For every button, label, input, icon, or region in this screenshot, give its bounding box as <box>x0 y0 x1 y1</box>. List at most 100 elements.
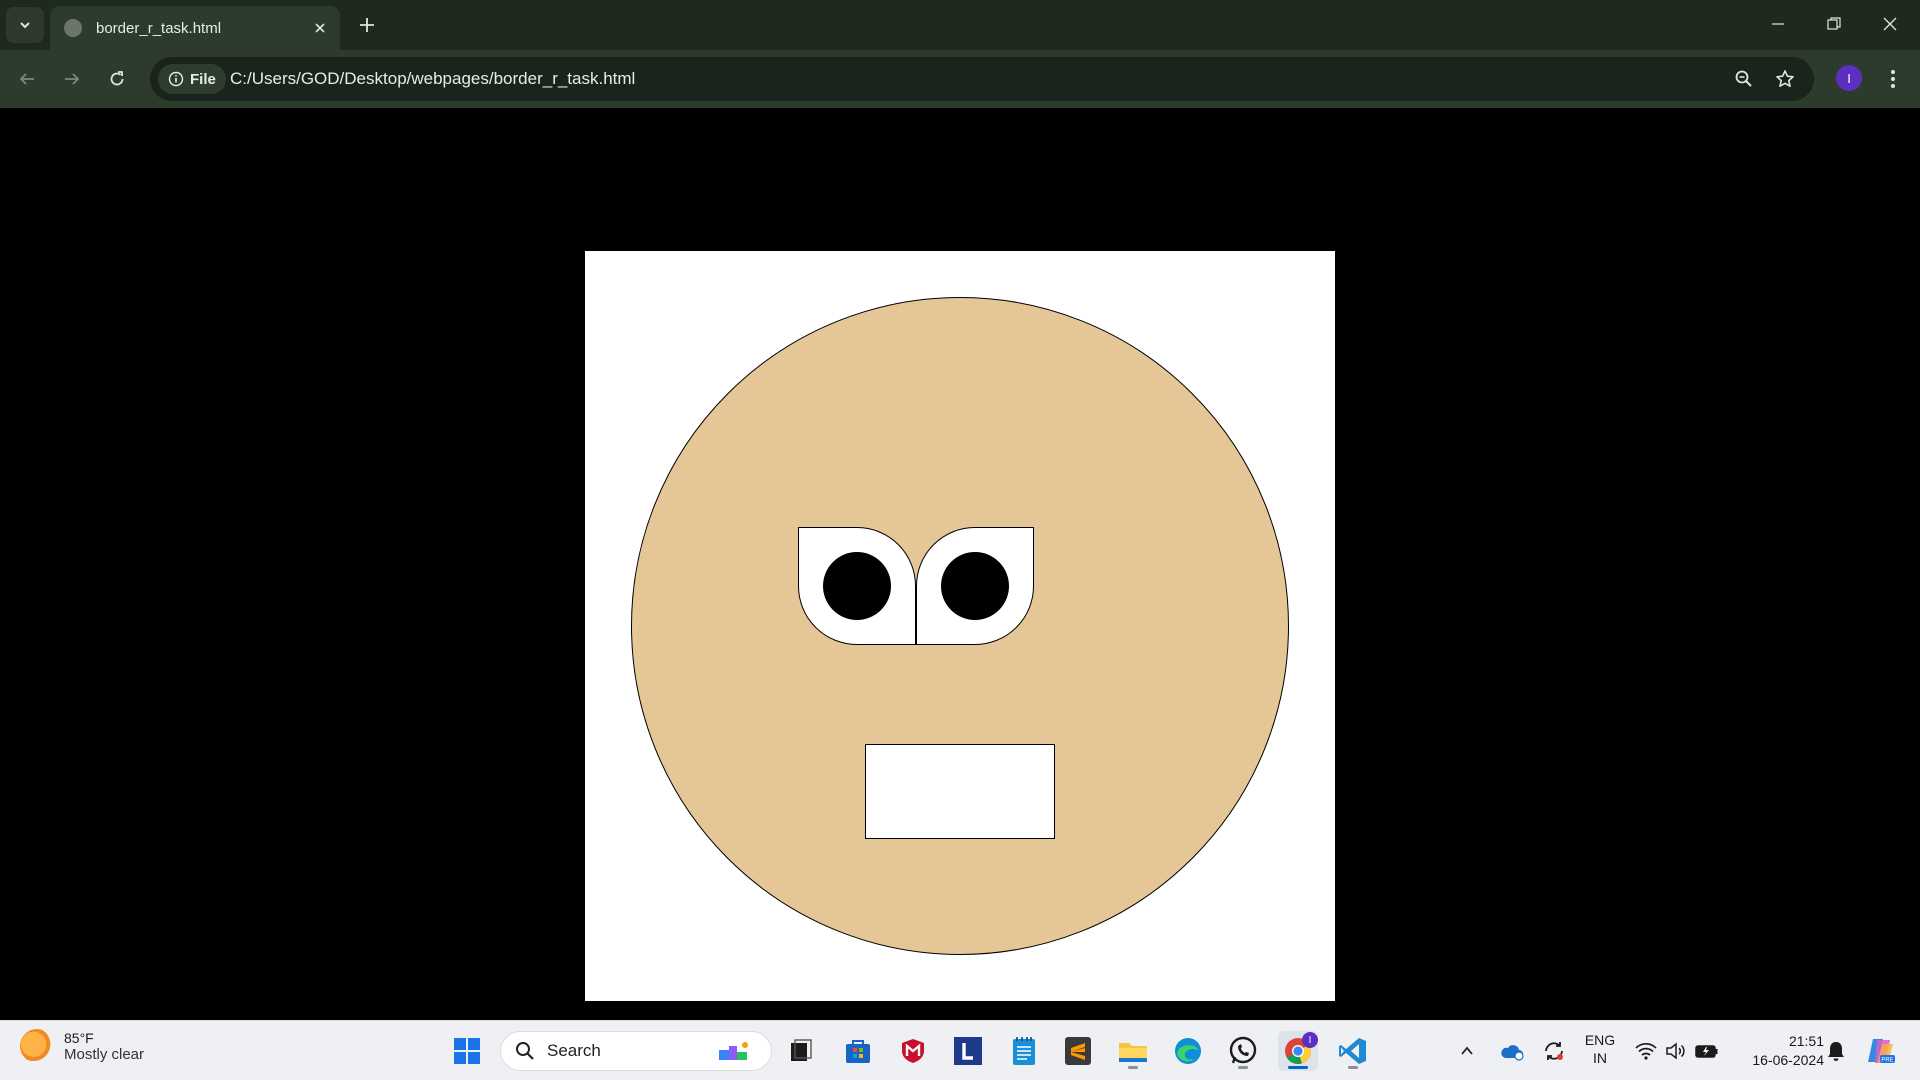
arrow-left-icon <box>19 73 34 85</box>
face-circle <box>631 297 1289 955</box>
close-icon <box>1883 17 1897 31</box>
running-indicator <box>1128 1066 1138 1069</box>
taskbar-l-app[interactable] <box>948 1031 988 1071</box>
profile-avatar[interactable]: I <box>1836 65 1862 91</box>
more-vert-icon <box>1891 70 1895 88</box>
taskbar-edge[interactable] <box>1168 1031 1208 1071</box>
right-eye <box>916 527 1034 645</box>
running-indicator <box>1238 1066 1248 1069</box>
star-icon <box>1776 70 1794 87</box>
wifi-icon <box>1635 1042 1657 1060</box>
left-pupil <box>823 552 891 620</box>
clock-time: 21:51 <box>1788 1033 1824 1049</box>
new-tab-button[interactable] <box>352 10 382 40</box>
weather-description: Mostly clear <box>64 1045 145 1063</box>
svg-text:PRE: PRE <box>1881 1058 1893 1064</box>
taskbar-whatsapp[interactable] <box>1223 1031 1263 1071</box>
sync-tray[interactable] <box>1538 1031 1570 1071</box>
restore-button[interactable] <box>1806 6 1862 42</box>
weather-widget[interactable]: 85°F Mostly clear <box>20 1029 144 1063</box>
mouth-rectangle <box>865 744 1055 839</box>
reload-icon <box>110 71 124 86</box>
site-info-chip[interactable]: File <box>158 64 226 94</box>
battery-tray[interactable] <box>1692 1031 1722 1071</box>
tab-title: border_r_task.html <box>96 19 222 37</box>
battery-charging-icon <box>1695 1045 1718 1058</box>
language-code: ENG <box>1584 1032 1616 1048</box>
back-button[interactable] <box>10 62 44 96</box>
restore-icon <box>1827 17 1841 30</box>
right-pupil <box>941 552 1009 620</box>
search-label: Search <box>547 1041 601 1060</box>
windows-taskbar: 85°F Mostly clear Search I ENG IN 21:51 … <box>0 1020 1920 1080</box>
browser-toolbar: File C:/Users/GOD/Desktop/webpages/borde… <box>0 50 1920 108</box>
onedrive-sync-icon <box>1501 1045 1524 1061</box>
address-bar[interactable]: File C:/Users/GOD/Desktop/webpages/borde… <box>150 57 1814 101</box>
notifications-button[interactable] <box>1822 1031 1850 1071</box>
taskbar-store[interactable] <box>838 1031 878 1071</box>
taskbar-mcafee[interactable] <box>893 1031 933 1071</box>
onedrive-tray[interactable] <box>1496 1031 1528 1071</box>
taskbar-sublime[interactable] <box>1058 1031 1098 1071</box>
running-indicator <box>1348 1066 1358 1069</box>
clock[interactable]: 21:51 16-06-2024 <box>1732 1032 1824 1070</box>
task-view-icon <box>791 1039 812 1061</box>
show-hidden-icons-button[interactable] <box>1452 1031 1482 1071</box>
language-indicator[interactable]: ENG IN <box>1580 1031 1620 1067</box>
white-canvas <box>585 251 1335 1001</box>
copilot-icon: PRE <box>1868 1039 1895 1064</box>
tab-strip: border_r_task.html <box>0 0 1920 50</box>
left-eye <box>798 527 916 645</box>
bell-icon <box>1828 1042 1844 1061</box>
volume-tray[interactable] <box>1662 1031 1690 1071</box>
bookmark-button[interactable] <box>1770 64 1800 94</box>
clock-date: 16-06-2024 <box>1752 1052 1824 1068</box>
minimize-button[interactable] <box>1750 6 1806 42</box>
zoom-button[interactable] <box>1729 64 1759 94</box>
site-chip-label: File <box>190 70 216 88</box>
vscode-icon <box>1339 1038 1366 1064</box>
folder-icon <box>1119 1043 1147 1062</box>
reload-button[interactable] <box>100 62 134 96</box>
task-view-button[interactable] <box>781 1031 821 1071</box>
forward-button[interactable] <box>55 62 89 96</box>
taskbar-chrome[interactable]: I <box>1278 1031 1318 1071</box>
search-highlight-icon <box>719 1042 748 1060</box>
plus-icon <box>360 18 374 32</box>
start-button[interactable] <box>447 1031 487 1071</box>
l-app-icon <box>954 1037 982 1065</box>
whatsapp-icon <box>1229 1036 1257 1064</box>
chevron-up-icon <box>1461 1046 1473 1055</box>
notepad-icon <box>1013 1037 1035 1065</box>
mcafee-shield-icon <box>902 1039 924 1063</box>
tab-active[interactable]: border_r_task.html <box>50 6 340 50</box>
arrow-right-icon <box>65 73 80 85</box>
volume-icon <box>1666 1042 1685 1060</box>
wifi-tray[interactable] <box>1632 1031 1660 1071</box>
sublime-text-icon <box>1065 1037 1091 1065</box>
windows-logo-icon <box>454 1038 480 1064</box>
browser-menu-button[interactable] <box>1878 62 1908 96</box>
weather-temperature: 85°F <box>64 1029 94 1046</box>
moon-weather-icon <box>20 1029 54 1063</box>
tab-close-button[interactable] <box>306 14 334 42</box>
chrome-profile-badge: I <box>1302 1032 1318 1048</box>
chevron-down-icon <box>20 22 30 29</box>
taskbar-search[interactable]: Search <box>500 1031 772 1071</box>
taskbar-file-explorer[interactable] <box>1113 1031 1153 1071</box>
url-text[interactable]: C:/Users/GOD/Desktop/webpages/border_r_t… <box>230 69 635 89</box>
globe-icon <box>64 19 82 37</box>
zoom-out-icon <box>1735 70 1752 87</box>
copilot-button[interactable]: PRE <box>1860 1031 1900 1071</box>
edge-browser-icon <box>1175 1038 1201 1064</box>
active-indicator <box>1288 1066 1308 1069</box>
sync-icon <box>1545 1042 1563 1060</box>
close-window-button[interactable] <box>1862 6 1918 42</box>
minimize-icon <box>1772 23 1784 25</box>
taskbar-vscode[interactable] <box>1333 1031 1373 1071</box>
info-icon <box>168 71 184 87</box>
tab-search-button[interactable] <box>6 7 44 43</box>
taskbar-notepad[interactable] <box>1004 1031 1044 1071</box>
close-icon <box>315 23 325 33</box>
search-icon <box>516 1042 534 1060</box>
